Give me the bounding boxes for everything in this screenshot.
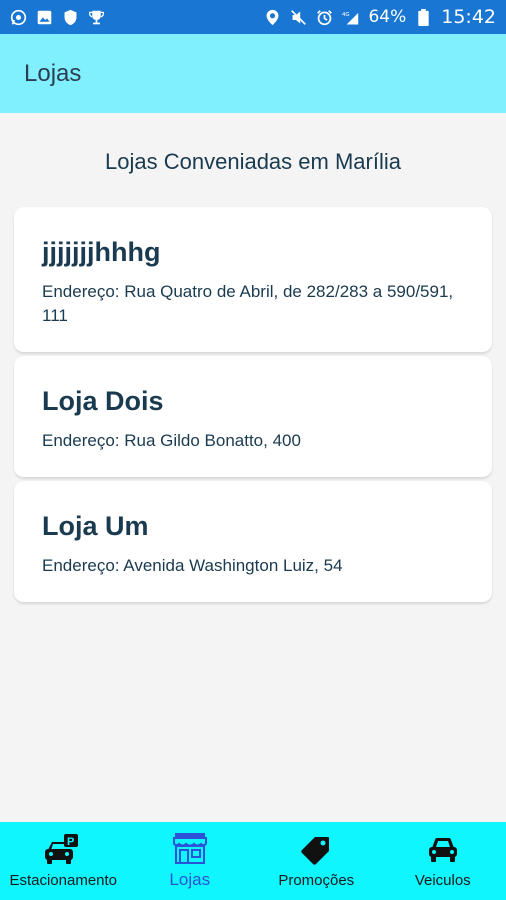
page-title: Lojas: [24, 59, 82, 87]
store-icon: [172, 832, 207, 864]
tag-icon: [301, 834, 331, 866]
section-title: Lojas Conveniadas em Marília: [105, 149, 401, 174]
svg-text:4G: 4G: [342, 11, 350, 17]
nav-label: Promoções: [278, 871, 355, 889]
car-icon: [428, 834, 458, 866]
nav-item-veiculos[interactable]: Veiculos: [380, 822, 506, 900]
nav-label: Estacionamento: [9, 871, 118, 889]
status-left: [10, 9, 105, 26]
store-name: Loja Dois: [42, 386, 164, 416]
alarm-icon: [316, 9, 333, 26]
parking-car-icon: P: [44, 833, 82, 866]
store-card[interactable]: Loja Um Endereço: Avenida Washington Lui…: [14, 481, 492, 603]
store-address: Endereço: Avenida Washington Luiz, 54: [42, 556, 343, 575]
battery-percent: 64%: [368, 7, 407, 27]
main-content[interactable]: Lojas Conveniadas em Marília jjjjjjjhhhg…: [0, 113, 506, 822]
whatsapp-icon: [10, 9, 27, 26]
store-address: Endereço: Rua Quatro de Abril, de 282/28…: [42, 282, 454, 325]
nav-item-promocoes[interactable]: Promoções: [253, 822, 380, 900]
mute-icon: [290, 9, 307, 26]
store-name: jjjjjjjhhhg: [42, 237, 161, 267]
nav-label: Lojas: [169, 870, 211, 889]
nav-item-estacionamento[interactable]: P Estacionamento: [0, 822, 127, 900]
battery-icon: [415, 8, 432, 26]
trophy-icon: [88, 9, 105, 26]
store-address: Endereço: Rua Gildo Bonatto, 400: [42, 431, 301, 450]
store-card[interactable]: jjjjjjjhhhg Endereço: Rua Quatro de Abri…: [14, 207, 492, 353]
shield-icon: [62, 9, 79, 26]
image-icon: [36, 9, 53, 26]
app-bar: Lojas: [0, 34, 506, 113]
location-icon: [264, 9, 281, 26]
status-right: 4G 64% 15:42: [264, 6, 496, 28]
svg-text:P: P: [67, 836, 74, 848]
status-bar: 4G 64% 15:42: [0, 0, 506, 34]
store-list: jjjjjjjhhhg Endereço: Rua Quatro de Abri…: [14, 207, 492, 606]
clock: 15:42: [441, 6, 496, 28]
signal-icon: 4G: [342, 9, 359, 26]
bottom-nav: P Estacionamento Lojas Promoções Veiculo…: [0, 822, 506, 900]
nav-label: Veiculos: [414, 871, 471, 889]
store-name: Loja Um: [42, 511, 149, 541]
nav-item-lojas[interactable]: Lojas: [127, 822, 254, 900]
store-card[interactable]: Loja Dois Endereço: Rua Gildo Bonatto, 4…: [14, 356, 492, 478]
